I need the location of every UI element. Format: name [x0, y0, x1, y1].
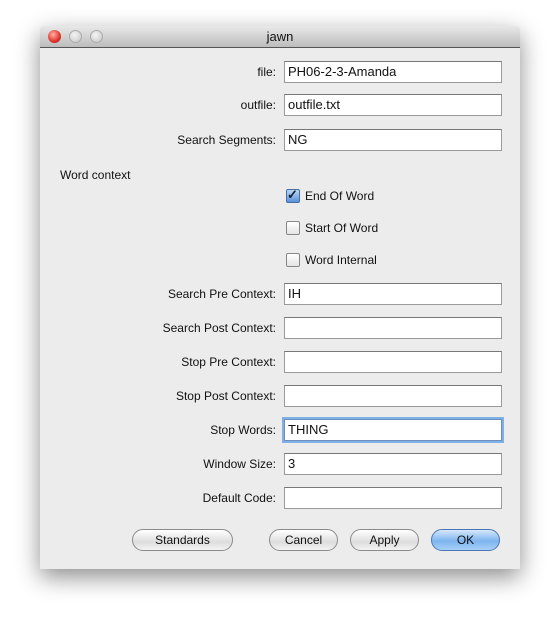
word-context-heading: Word context: [60, 168, 131, 182]
window-title: jawn: [266, 29, 294, 44]
end-of-word-checkbox[interactable]: End Of Word: [286, 187, 375, 204]
file-label: file:: [257, 65, 276, 79]
standards-button[interactable]: Standards: [132, 529, 233, 551]
checkbox-icon: [286, 221, 300, 235]
window-size-label: Window Size:: [203, 457, 276, 471]
start-of-word-checkbox[interactable]: Start Of Word: [286, 220, 378, 236]
stop-post-context-label: Stop Post Context:: [175, 389, 276, 403]
outfile-input[interactable]: outfile.txt: [284, 94, 502, 116]
stop-post-context-input[interactable]: [284, 385, 502, 407]
checkbox-checked-icon: [286, 187, 300, 203]
stop-pre-context-input[interactable]: [284, 351, 502, 373]
cancel-button[interactable]: Cancel: [269, 529, 338, 551]
close-button[interactable]: [48, 30, 61, 43]
apply-button[interactable]: Apply: [350, 529, 419, 551]
outfile-label: outfile:: [240, 98, 276, 112]
ok-button[interactable]: OK: [431, 529, 500, 551]
zoom-button[interactable]: [90, 30, 103, 43]
word-internal-label: Word Internal: [305, 253, 377, 267]
minimize-button[interactable]: [69, 30, 82, 43]
start-of-word-label: Start Of Word: [305, 221, 379, 235]
dialog-window: jawn file: PH06-2-3-Amanda outfile: outf…: [40, 26, 520, 569]
search-post-context-label: Search Post Context:: [162, 321, 276, 335]
stop-words-label: Stop Words:: [210, 423, 276, 437]
checkbox-icon: [286, 253, 300, 267]
window-size-input[interactable]: 3: [284, 453, 502, 475]
stop-words-input[interactable]: THING: [284, 419, 502, 441]
search-segments-input[interactable]: NG: [284, 129, 502, 151]
end-of-word-label: End Of Word: [305, 189, 375, 203]
default-code-input[interactable]: [284, 487, 502, 509]
search-pre-context-label: Search Pre Context:: [167, 287, 276, 301]
title-bar[interactable]: jawn: [40, 26, 520, 48]
word-internal-checkbox[interactable]: Word Internal: [286, 252, 377, 268]
search-post-context-input[interactable]: [284, 317, 502, 339]
stop-pre-context-label: Stop Pre Context:: [181, 355, 276, 369]
search-pre-context-input[interactable]: IH: [284, 283, 502, 305]
search-segments-label: Search Segments:: [177, 133, 276, 147]
default-code-label: Default Code:: [202, 491, 276, 505]
file-input[interactable]: PH06-2-3-Amanda: [284, 61, 502, 83]
